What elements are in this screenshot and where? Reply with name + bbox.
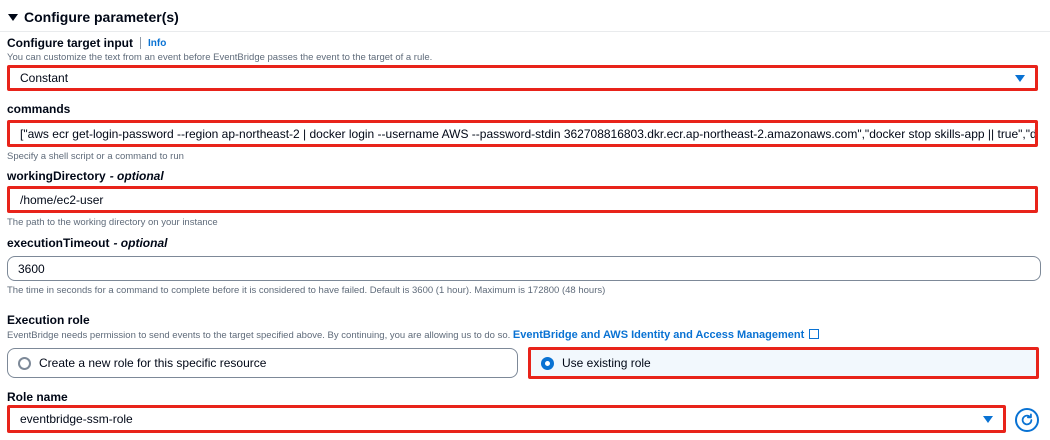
radio-tile-use-existing-role[interactable]: Use existing role — [528, 347, 1039, 379]
role-name-selected-value: eventbridge-ssm-role — [20, 412, 133, 426]
role-name-label-row: Role name — [7, 390, 68, 404]
role-name-select[interactable]: eventbridge-ssm-role — [7, 405, 1006, 433]
execution-timeout-input[interactable]: 3600 — [7, 256, 1041, 281]
radio-selected[interactable] — [541, 356, 554, 370]
radio-unselected[interactable] — [18, 356, 31, 370]
execution-timeout-optional: - optional — [113, 236, 168, 250]
target-input-label-row: Configure target input Info — [7, 36, 166, 50]
iam-doc-link[interactable]: EventBridge and AWS Identity and Access … — [513, 329, 820, 341]
section-header-configure-parameters[interactable]: Configure parameter(s) — [8, 7, 179, 27]
working-directory-label: workingDirectory — [7, 169, 106, 183]
commands-value: ["aws ecr get-login-password --region ap… — [20, 126, 1038, 141]
dropdown-arrow-icon — [1015, 75, 1025, 82]
target-input-select[interactable]: Constant — [7, 65, 1038, 91]
working-directory-label-row: workingDirectory - optional — [7, 169, 164, 183]
refresh-button[interactable] — [1015, 408, 1039, 432]
execution-role-description-row: EventBridge needs permission to send eve… — [7, 329, 820, 341]
target-input-description: You can customize the text from an event… — [7, 52, 433, 63]
divider — [0, 31, 1050, 32]
working-directory-optional: - optional — [109, 169, 164, 183]
radio-tile-create-new-role[interactable]: Create a new role for this specific reso… — [7, 348, 518, 378]
commands-input[interactable]: ["aws ecr get-login-password --region ap… — [7, 120, 1038, 147]
target-input-label: Configure target input — [7, 36, 133, 50]
label-separator — [140, 37, 141, 49]
commands-description: Specify a shell script or a command to r… — [7, 151, 184, 162]
external-link-icon — [809, 329, 820, 339]
dropdown-arrow-icon — [983, 416, 993, 423]
execution-timeout-label: executionTimeout — [7, 236, 110, 250]
execution-timeout-value: 3600 — [18, 261, 45, 276]
caret-down-icon — [8, 14, 18, 21]
role-name-label: Role name — [7, 390, 68, 404]
execution-timeout-description: The time in seconds for a command to com… — [7, 285, 606, 296]
execution-role-label-row: Execution role — [7, 313, 90, 327]
commands-label-row: commands — [7, 102, 70, 116]
working-directory-description: The path to the working directory on you… — [7, 217, 218, 228]
section-title: Configure parameter(s) — [24, 9, 179, 25]
info-link[interactable]: Info — [148, 38, 166, 49]
radio-tile-label: Create a new role for this specific reso… — [39, 356, 267, 370]
refresh-icon — [1021, 413, 1033, 426]
execution-role-label: Execution role — [7, 313, 90, 327]
target-input-selected-value: Constant — [20, 71, 69, 85]
working-directory-value: /home/ec2-user — [20, 192, 104, 207]
execution-timeout-label-row: executionTimeout - optional — [7, 236, 167, 250]
working-directory-input[interactable]: /home/ec2-user — [7, 186, 1038, 213]
commands-label: commands — [7, 102, 71, 116]
radio-tile-label: Use existing role — [562, 356, 651, 370]
execution-role-description: EventBridge needs permission to send eve… — [7, 330, 511, 341]
